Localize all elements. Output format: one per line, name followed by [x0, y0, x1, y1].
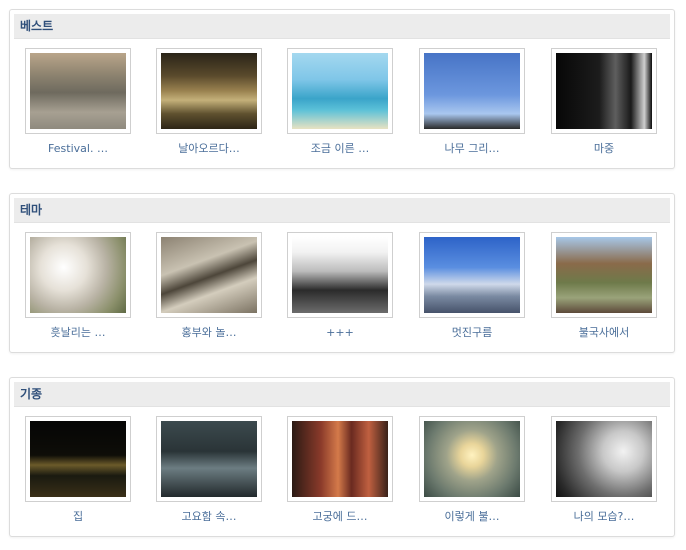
- thumbnail[interactable]: [287, 416, 393, 502]
- thumbnail[interactable]: [287, 48, 393, 134]
- gallery-item[interactable]: Festival. …: [25, 48, 131, 156]
- photo-festival-street: [30, 53, 126, 129]
- photo-lake: [161, 421, 257, 497]
- item-caption[interactable]: 집: [25, 510, 131, 524]
- thumbnail[interactable]: [25, 416, 131, 502]
- photo-dandelion: [30, 237, 126, 313]
- thumbnail[interactable]: [419, 48, 525, 134]
- thumbnail[interactable]: [551, 232, 657, 318]
- gallery-item[interactable]: 이렇게 불…: [419, 416, 525, 524]
- gallery-item[interactable]: 나의 모습?…: [551, 416, 657, 524]
- thumbnail[interactable]: [419, 232, 525, 318]
- item-caption[interactable]: 나의 모습?…: [551, 510, 657, 524]
- item-caption[interactable]: 홍부와 놀…: [156, 326, 262, 340]
- thumbnail[interactable]: [25, 232, 131, 318]
- item-caption[interactable]: 조금 이른 …: [287, 142, 393, 156]
- thumbnail[interactable]: [287, 232, 393, 318]
- photo-night-house: [30, 421, 126, 497]
- thumbnail[interactable]: [156, 48, 262, 134]
- gallery-item[interactable]: 멋진구름: [419, 232, 525, 340]
- photo-beach-woman: [292, 53, 388, 129]
- item-caption[interactable]: Festival. …: [25, 142, 131, 156]
- photo-couple-silhouette: [292, 237, 388, 313]
- photo-gallery-page: 베스트 Festival. … 날아오르다… 조금 이른 … 나무 그리… 마중…: [0, 0, 686, 550]
- photo-city-clouds: [424, 237, 520, 313]
- item-caption[interactable]: 마중: [551, 142, 657, 156]
- thumbnail[interactable]: [419, 416, 525, 502]
- item-caption[interactable]: 멋진구름: [419, 326, 525, 340]
- gallery-item[interactable]: 마중: [551, 48, 657, 156]
- photo-waves-sunset: [161, 53, 257, 129]
- thumbnail[interactable]: [551, 416, 657, 502]
- section-title: 베스트: [20, 19, 54, 33]
- photo-salt-farm: [161, 237, 257, 313]
- item-caption[interactable]: 이렇게 불…: [419, 510, 525, 524]
- gallery-item[interactable]: 홍부와 놀…: [156, 232, 262, 340]
- thumbnail[interactable]: [551, 48, 657, 134]
- photo-dark-doorway: [556, 53, 652, 129]
- section-header: 기종: [14, 382, 670, 407]
- section-model: 기종 집 고요함 속… 고궁에 드… 이렇게 불… 나의 모습?…: [9, 377, 675, 537]
- photo-lantern: [424, 421, 520, 497]
- photo-palace-corridor: [292, 421, 388, 497]
- item-caption[interactable]: +++: [287, 326, 393, 340]
- item-caption[interactable]: 고궁에 드…: [287, 510, 393, 524]
- gallery-item[interactable]: 날아오르다…: [156, 48, 262, 156]
- gallery-item[interactable]: 불국사에서: [551, 232, 657, 340]
- item-caption[interactable]: 불국사에서: [551, 326, 657, 340]
- section-header: 테마: [14, 198, 670, 223]
- thumbnail[interactable]: [25, 48, 131, 134]
- item-caption[interactable]: 날아오르다…: [156, 142, 262, 156]
- gallery-item[interactable]: 집: [25, 416, 131, 524]
- photo-trees-silhouette: [424, 53, 520, 129]
- section-best: 베스트 Festival. … 날아오르다… 조금 이른 … 나무 그리… 마중: [9, 9, 675, 169]
- gallery-item[interactable]: 조금 이른 …: [287, 48, 393, 156]
- gallery-item[interactable]: 나무 그리…: [419, 48, 525, 156]
- gallery-item[interactable]: 흣날리는 …: [25, 232, 131, 340]
- photo-light-bulb: [556, 421, 652, 497]
- photo-temple: [556, 237, 652, 313]
- section-title: 테마: [20, 203, 43, 217]
- gallery-item[interactable]: 고궁에 드…: [287, 416, 393, 524]
- item-caption[interactable]: 고요함 속…: [156, 510, 262, 524]
- gallery-item[interactable]: 고요함 속…: [156, 416, 262, 524]
- item-caption[interactable]: 나무 그리…: [419, 142, 525, 156]
- thumbnail[interactable]: [156, 416, 262, 502]
- gallery-item[interactable]: +++: [287, 232, 393, 340]
- section-header: 베스트: [14, 14, 670, 39]
- item-caption[interactable]: 흣날리는 …: [25, 326, 131, 340]
- thumbnail[interactable]: [156, 232, 262, 318]
- section-theme: 테마 흣날리는 … 홍부와 놀… +++ 멋진구름 불국사에서: [9, 193, 675, 353]
- section-title: 기종: [20, 387, 43, 401]
